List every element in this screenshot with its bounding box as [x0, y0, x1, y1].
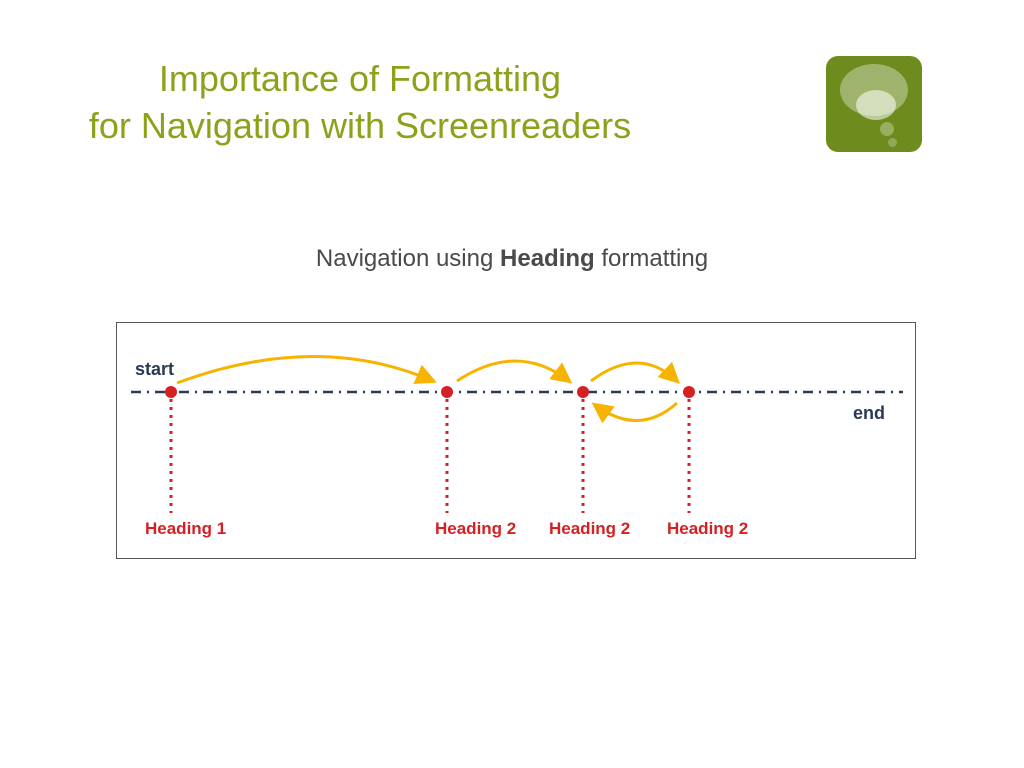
title-line-1: Importance of Formatting: [159, 58, 561, 99]
label-heading-2c: Heading 2: [667, 519, 748, 539]
diagram-panel: start end Heading 1 Heading 2 Heading 2 …: [116, 322, 916, 559]
subtitle-bold: Heading: [500, 245, 595, 272]
label-heading-2a: Heading 2: [435, 519, 516, 539]
page-title: Importance of Formatting for Navigation …: [0, 56, 720, 150]
diagram-svg: [117, 323, 917, 560]
subtitle: Navigation using Heading formatting: [0, 245, 1024, 273]
brand-logo-icon: [826, 56, 922, 152]
title-line-2: for Navigation with Screenreaders: [89, 105, 631, 146]
subtitle-suffix: formatting: [595, 245, 708, 272]
label-heading-2b: Heading 2: [549, 519, 630, 539]
label-heading-1: Heading 1: [145, 519, 226, 539]
subtitle-prefix: Navigation using: [316, 245, 500, 272]
